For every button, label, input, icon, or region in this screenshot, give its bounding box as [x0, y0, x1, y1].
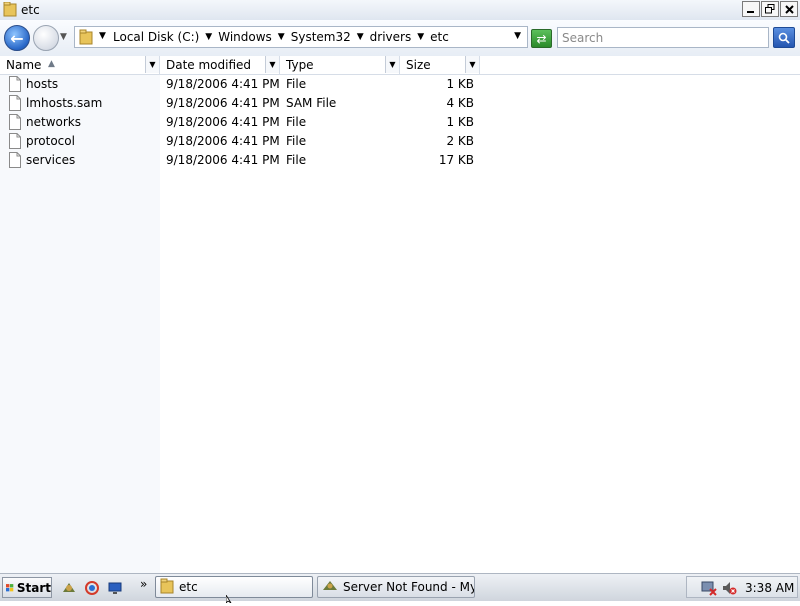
file-date: 9/18/2006 4:41 PM — [166, 77, 280, 91]
breadcrumb-local-disk[interactable]: Local Disk (C:) — [113, 30, 199, 44]
quicklaunch-browser-icon[interactable] — [60, 579, 78, 597]
file-date: 9/18/2006 4:41 PM — [166, 115, 280, 129]
search-button[interactable] — [773, 27, 795, 48]
file-size: 17 KB — [438, 153, 474, 167]
file-name: networks — [26, 115, 81, 129]
breadcrumb-system32[interactable]: System32 — [291, 30, 351, 44]
file-row[interactable]: protocol 9/18/2006 4:41 PM File 2 KB — [0, 132, 800, 151]
restore-icon — [765, 4, 775, 14]
file-date: 9/18/2006 4:41 PM — [166, 153, 280, 167]
column-header-type[interactable]: Type ▼ — [280, 56, 400, 74]
browser-icon — [322, 579, 338, 596]
file-type: SAM File — [286, 96, 337, 110]
chevron-down-icon[interactable]: ▼ — [145, 56, 159, 73]
file-icon — [9, 76, 21, 95]
address-bar[interactable]: ▼ Local Disk (C:) ▼ Windows ▼ System32 ▼… — [74, 26, 528, 48]
file-icon — [9, 133, 21, 152]
start-label: Start — [16, 580, 51, 595]
close-icon — [784, 4, 794, 14]
taskbar: Start » etc Server Not Found - My... 3:3… — [0, 573, 800, 601]
windows-logo-icon — [6, 583, 14, 591]
refresh-icon: ⇄ — [536, 31, 547, 46]
navigation-bar: ← ▼ ▼ Local Disk (C:) ▼ Windows ▼ System… — [0, 20, 800, 57]
file-row[interactable]: networks 9/18/2006 4:41 PM File 1 KB — [0, 113, 800, 132]
file-size: 1 KB — [446, 115, 474, 129]
chevron-down-icon[interactable]: ▼ — [357, 32, 364, 42]
quicklaunch-more-button[interactable]: » — [140, 577, 147, 591]
column-label: Type — [286, 58, 314, 72]
file-size: 4 KB — [446, 96, 474, 110]
taskbar-item-browser[interactable]: Server Not Found - My... — [317, 576, 475, 598]
column-headers: Name ▲ ▼ Date modified ▼ Type ▼ Size ▼ — [0, 56, 800, 75]
column-label: Date modified — [166, 58, 252, 72]
file-name: lmhosts.sam — [26, 96, 103, 110]
file-type: File — [286, 115, 307, 129]
column-header-date-modified[interactable]: Date modified ▼ — [160, 56, 280, 74]
chevron-down-icon[interactable]: ▼ — [385, 56, 399, 73]
system-tray: 3:38 AM — [686, 576, 798, 598]
folder-icon — [79, 29, 93, 48]
window-title: etc — [21, 3, 40, 17]
file-row[interactable]: services 9/18/2006 4:41 PM File 17 KB — [0, 151, 800, 170]
column-header-name[interactable]: Name ▲ ▼ — [0, 56, 160, 74]
minimize-icon — [747, 11, 754, 13]
file-size: 2 KB — [446, 134, 474, 148]
start-button[interactable]: Start — [2, 577, 52, 598]
close-button[interactable] — [780, 1, 798, 17]
file-name: services — [26, 153, 76, 167]
chevron-down-icon[interactable]: ▼ — [205, 32, 212, 42]
file-name: protocol — [26, 134, 75, 148]
file-row[interactable]: hosts 9/18/2006 4:41 PM File 1 KB — [0, 75, 800, 94]
folder-icon — [3, 1, 17, 20]
sort-ascending-icon: ▲ — [48, 59, 55, 69]
search-icon — [778, 32, 790, 44]
file-type: File — [286, 77, 307, 91]
file-type: File — [286, 134, 307, 148]
network-status-icon[interactable] — [701, 580, 717, 599]
file-size: 1 KB — [446, 77, 474, 91]
minimize-button[interactable] — [742, 1, 760, 17]
taskbar-item-label: etc — [179, 580, 198, 594]
breadcrumb-drivers[interactable]: drivers — [370, 30, 412, 44]
quicklaunch-ie-icon[interactable] — [83, 579, 101, 597]
back-arrow-icon: ← — [10, 28, 24, 48]
breadcrumb-etc[interactable]: etc — [430, 30, 449, 44]
forward-button[interactable] — [33, 25, 59, 51]
file-date: 9/18/2006 4:41 PM — [166, 96, 280, 110]
quicklaunch-desktop-icon[interactable] — [106, 579, 124, 597]
file-type: File — [286, 153, 307, 167]
clock[interactable]: 3:38 AM — [745, 581, 794, 595]
file-icon — [9, 152, 21, 171]
title-bar: etc — [0, 0, 800, 21]
address-history-dropdown-icon[interactable]: ▼ — [514, 31, 521, 41]
volume-muted-icon[interactable] — [721, 580, 737, 599]
history-dropdown-icon[interactable]: ▼ — [60, 32, 67, 42]
refresh-button[interactable]: ⇄ — [531, 29, 552, 48]
back-button[interactable]: ← — [4, 25, 30, 51]
column-header-size[interactable]: Size ▼ — [400, 56, 480, 74]
folder-icon — [160, 578, 174, 597]
breadcrumb-windows[interactable]: Windows — [218, 30, 272, 44]
file-date: 9/18/2006 4:41 PM — [166, 134, 280, 148]
chevron-down-icon[interactable]: ▼ — [465, 56, 479, 73]
chevron-down-icon[interactable]: ▼ — [265, 56, 279, 73]
column-label: Name — [6, 58, 42, 72]
search-input[interactable] — [557, 27, 769, 48]
mouse-cursor-icon — [225, 592, 236, 606]
taskbar-item-label: Server Not Found - My... — [343, 580, 475, 594]
file-icon — [9, 95, 21, 114]
file-row[interactable]: lmhosts.sam 9/18/2006 4:41 PM SAM File 4… — [0, 94, 800, 113]
column-label: Size — [406, 58, 431, 72]
restore-button[interactable] — [761, 1, 779, 17]
file-name: hosts — [26, 77, 59, 91]
file-icon — [9, 114, 21, 133]
breadcrumb: Local Disk (C:) ▼ Windows ▼ System32 ▼ d… — [113, 30, 449, 44]
chevron-down-icon[interactable]: ▼ — [278, 32, 285, 42]
file-list: hosts 9/18/2006 4:41 PM File 1 KB lmhost… — [0, 75, 800, 170]
chevron-down-icon[interactable]: ▼ — [417, 32, 424, 42]
chevron-down-icon[interactable]: ▼ — [99, 31, 106, 41]
window-controls — [742, 1, 798, 17]
